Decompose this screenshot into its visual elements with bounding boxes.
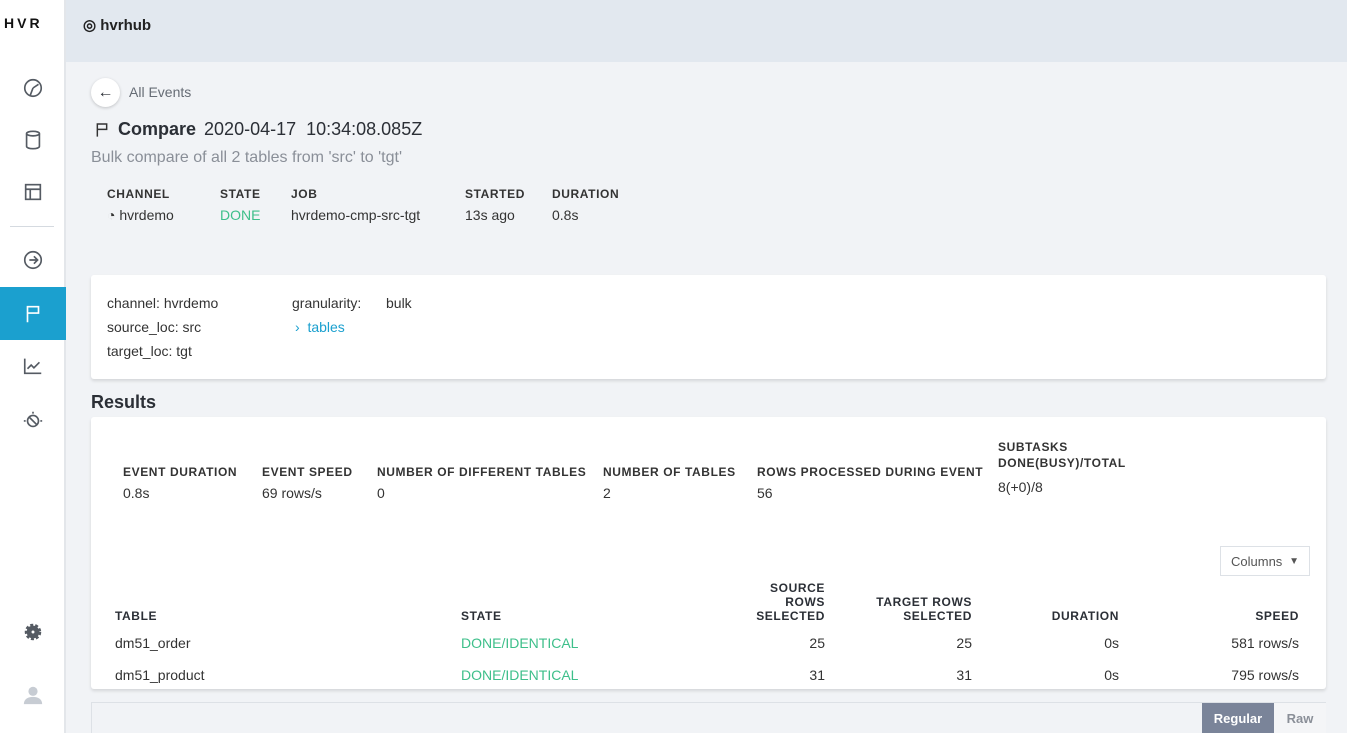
columns-dropdown[interactable]: Columns ▼	[1220, 546, 1310, 576]
meta-value: 13s ago	[465, 207, 515, 223]
raw-view-button[interactable]: Raw	[1274, 703, 1326, 733]
meta-label: CHANNEL	[107, 187, 170, 201]
results-heading: Results	[91, 392, 157, 412]
param-channel: channel: hvrdemo	[107, 295, 219, 311]
hvr-logo: HVR	[4, 15, 43, 31]
back-link[interactable]: All Events	[129, 84, 191, 100]
events-nav[interactable]	[0, 287, 66, 340]
regular-view-button[interactable]: Regular	[1202, 703, 1274, 733]
statistics-nav[interactable]	[0, 340, 66, 392]
top-header: ◎ hvrhub	[66, 0, 1347, 62]
param-granularity-label: granularity:	[292, 295, 362, 311]
meta-label: STARTED	[465, 187, 525, 201]
view-toggle-bar	[91, 702, 1326, 733]
param-granularity-value: bulk	[386, 295, 412, 311]
event-type: Compare	[118, 119, 197, 139]
chart-icon	[23, 358, 42, 375]
stat-different-tables: NUMBER OF DIFFERENT TABLES 0	[377, 465, 587, 501]
settings-nav[interactable]	[0, 606, 66, 658]
table-nav[interactable]	[0, 166, 66, 218]
stat-rows-processed: ROWS PROCESSED DURING EVENT 56	[757, 465, 984, 501]
database-icon	[25, 130, 41, 150]
table-row[interactable]: dm51_order DONE/IDENTICAL 25 25 0s 581 rows/s	[107, 627, 1307, 659]
user-icon	[23, 686, 43, 705]
event-description: Bulk compare of all 2 tables from 'src' …	[91, 149, 403, 166]
dashboard-nav[interactable]	[0, 62, 66, 114]
back-button[interactable]: ←	[91, 78, 120, 107]
table-icon	[24, 183, 42, 201]
meta-value: ◔ hvrdemo	[107, 207, 174, 223]
col-speed[interactable]: SPEED	[1127, 577, 1307, 627]
satellite-icon	[23, 411, 43, 428]
param-target-loc: target_loc: tgt	[107, 343, 192, 359]
meta-label: DURATION	[552, 187, 620, 201]
table-row[interactable]: dm51_product DONE/IDENTICAL 31 31 0s 795 rows…	[107, 659, 1307, 691]
dashboard-icon	[23, 78, 43, 98]
flag-icon	[96, 122, 108, 137]
col-target-rows[interactable]: TARGET ROWS SELECTED	[833, 577, 980, 627]
stat-number-of-tables: NUMBER OF TABLES 2	[603, 465, 736, 501]
sidebar: HVR	[0, 0, 66, 733]
col-duration[interactable]: DURATION	[980, 577, 1127, 627]
chevron-right-icon: ›	[295, 319, 308, 335]
meta-duration: DURATION 0.8s	[552, 187, 619, 223]
sidebar-divider	[10, 226, 54, 227]
stat-event-duration: EVENT DURATION 0.8s	[123, 465, 238, 501]
col-table[interactable]: TABLE	[107, 577, 453, 627]
meta-label: STATE	[220, 187, 261, 201]
meta-channel: CHANNEL ◔ hvrdemo	[107, 187, 174, 223]
arrow-left-icon: ←	[97, 83, 114, 101]
meta-value: 0.8s	[552, 207, 579, 223]
arrow-right-circle-icon	[23, 250, 43, 270]
gear-icon	[24, 623, 42, 641]
meta-value: DONE	[220, 207, 261, 223]
results-card: EVENT DURATION 0.8s EVENT SPEED 69 rows/s …	[91, 417, 1326, 689]
event-timestamp: 2020-04-17 10:34:08.085Z	[204, 119, 423, 139]
stat-event-speed: EVENT SPEED 69 rows/s	[262, 465, 353, 501]
dashboard-icon: ◔	[107, 207, 120, 223]
flag-icon	[26, 305, 40, 322]
database-nav[interactable]	[0, 114, 66, 166]
stat-subtasks: SUBTASKS DONE(BUSY)/TOTAL 8(+0)/8	[998, 440, 1126, 495]
col-source-rows[interactable]: SOURCE ROWS SELECTED	[723, 577, 833, 627]
col-state[interactable]: STATE	[453, 577, 723, 627]
meta-label: JOB	[291, 187, 318, 201]
user-nav[interactable]	[0, 669, 66, 721]
jobs-nav[interactable]	[0, 234, 66, 286]
hub-name: ◎ hvrhub	[83, 17, 152, 34]
tables-expander[interactable]: › tables	[295, 319, 345, 335]
event-title: Compare 2020-04-17 10:34:08.085Z	[94, 119, 422, 140]
param-source-loc: source_loc: src	[107, 319, 202, 335]
meta-job: JOB hvrdemo-cmp-src-tgt	[291, 187, 420, 223]
caret-down-icon: ▼	[1289, 555, 1299, 567]
meta-started: STARTED 13s ago	[465, 187, 525, 223]
parameters-card: channel: hvrdemo source_loc: src target_…	[91, 275, 1326, 379]
topology-nav[interactable]	[0, 394, 66, 446]
results-table: TABLE STATE SOURCE ROWS SELECTED TARGET …	[107, 577, 1307, 691]
meta-state: STATE DONE	[220, 187, 261, 223]
meta-value: hvrdemo-cmp-src-tgt	[291, 207, 421, 223]
